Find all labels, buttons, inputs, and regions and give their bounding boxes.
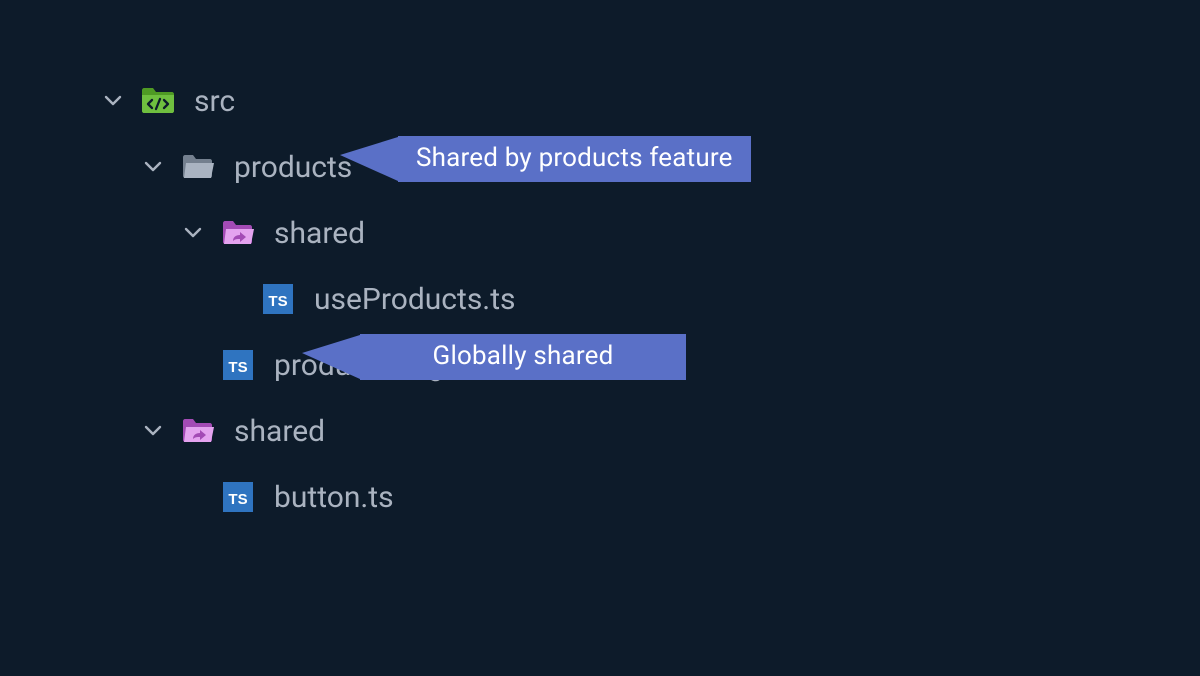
folder-shared-icon — [180, 413, 216, 449]
tree-item-global-shared[interactable]: shared — [100, 398, 1200, 464]
tree-label: button.ts — [274, 480, 394, 515]
callout-text: Shared by products feature — [398, 136, 751, 182]
chevron-down-icon[interactable] — [180, 220, 206, 246]
tree-label: useProducts.ts — [314, 282, 516, 317]
tree-label: shared — [274, 216, 365, 251]
tree-label: src — [194, 84, 235, 119]
tree-item-src[interactable]: src — [100, 68, 1200, 134]
folder-open-icon — [180, 149, 216, 185]
folder-shared-icon — [220, 215, 256, 251]
callout-tail-icon — [340, 137, 398, 181]
chevron-down-icon[interactable] — [100, 88, 126, 114]
chevron-down-icon[interactable] — [140, 154, 166, 180]
tree-item-useproducts[interactable]: useProducts.ts — [100, 266, 1200, 332]
callout-tail-icon — [302, 335, 360, 379]
callout-products-shared: Shared by products feature — [340, 136, 751, 182]
callout-global-shared: Globally shared — [302, 334, 686, 380]
folder-src-icon — [140, 83, 176, 119]
callout-text: Globally shared — [360, 334, 686, 380]
typescript-file-icon — [220, 479, 256, 515]
tree-item-button[interactable]: button.ts — [100, 464, 1200, 530]
file-tree: src products shared useProducts.ts produ… — [0, 0, 1200, 530]
chevron-down-icon[interactable] — [140, 418, 166, 444]
typescript-file-icon — [220, 347, 256, 383]
typescript-file-icon — [260, 281, 296, 317]
tree-label: products — [234, 150, 352, 185]
tree-item-products-shared[interactable]: shared — [100, 200, 1200, 266]
tree-label: shared — [234, 414, 325, 449]
